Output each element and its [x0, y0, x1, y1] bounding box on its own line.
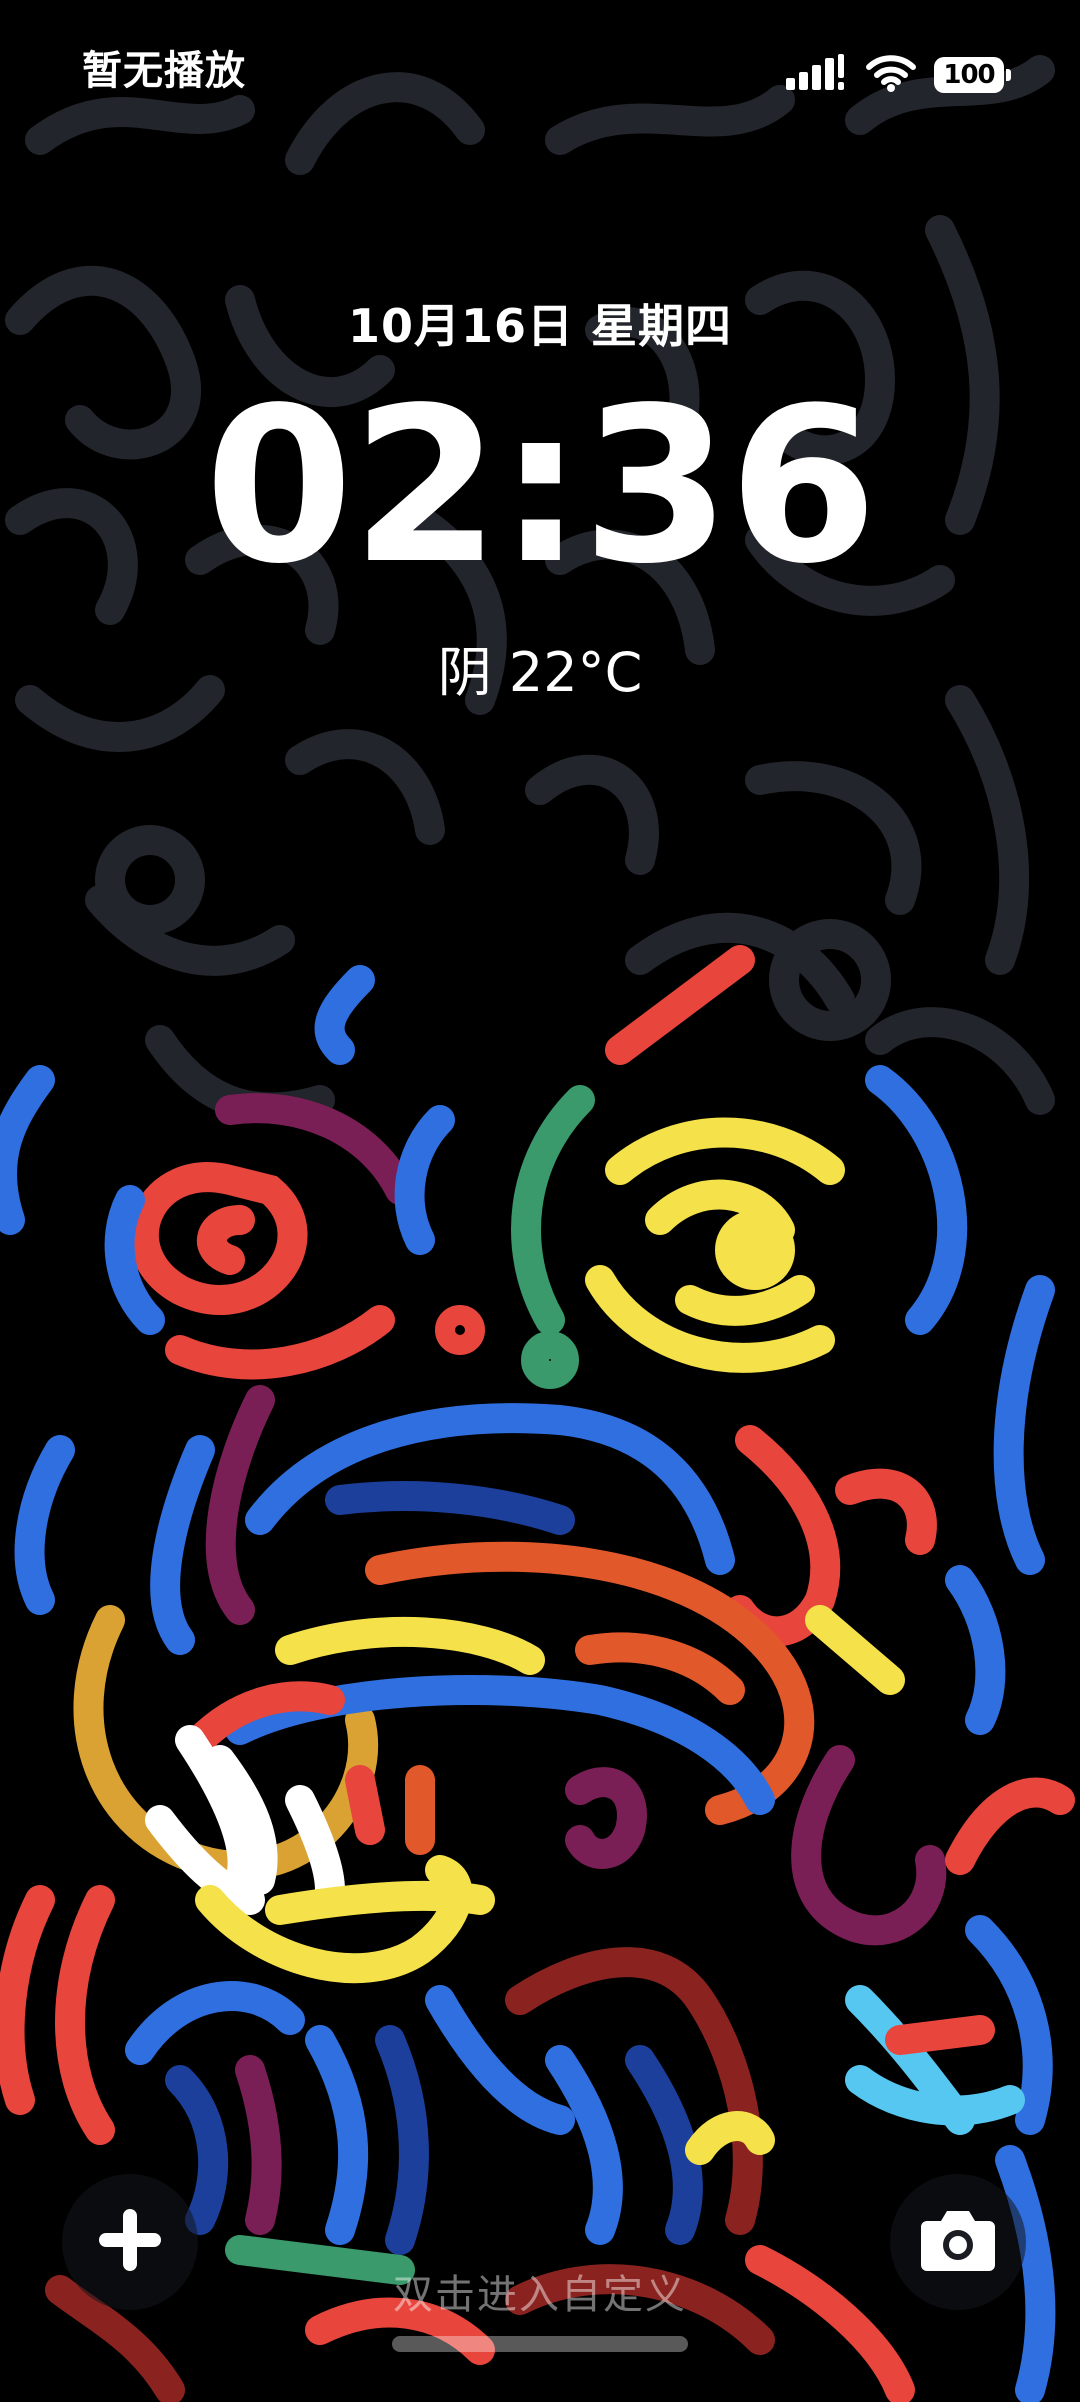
home-indicator[interactable]	[392, 2336, 688, 2352]
wallpaper-doodle-art	[0, 0, 1080, 2402]
camera-icon	[919, 2207, 997, 2277]
signal-icon	[786, 54, 848, 96]
status-icons: 100	[786, 54, 1011, 96]
status-bar: 暂无播放 100	[0, 0, 1080, 140]
lockscreen-weather: 阴 22°C	[437, 641, 643, 704]
wifi-icon	[866, 54, 916, 96]
lockscreen-clock: 02:36	[204, 362, 877, 611]
battery-icon: 100	[934, 57, 1011, 93]
camera-shortcut-button[interactable]	[890, 2174, 1026, 2310]
battery-level: 100	[943, 60, 995, 90]
media-status-text[interactable]: 暂无播放	[82, 38, 246, 96]
lockscreen-date: 10月16日 星期四	[347, 299, 733, 353]
battery-tip	[1006, 69, 1011, 81]
